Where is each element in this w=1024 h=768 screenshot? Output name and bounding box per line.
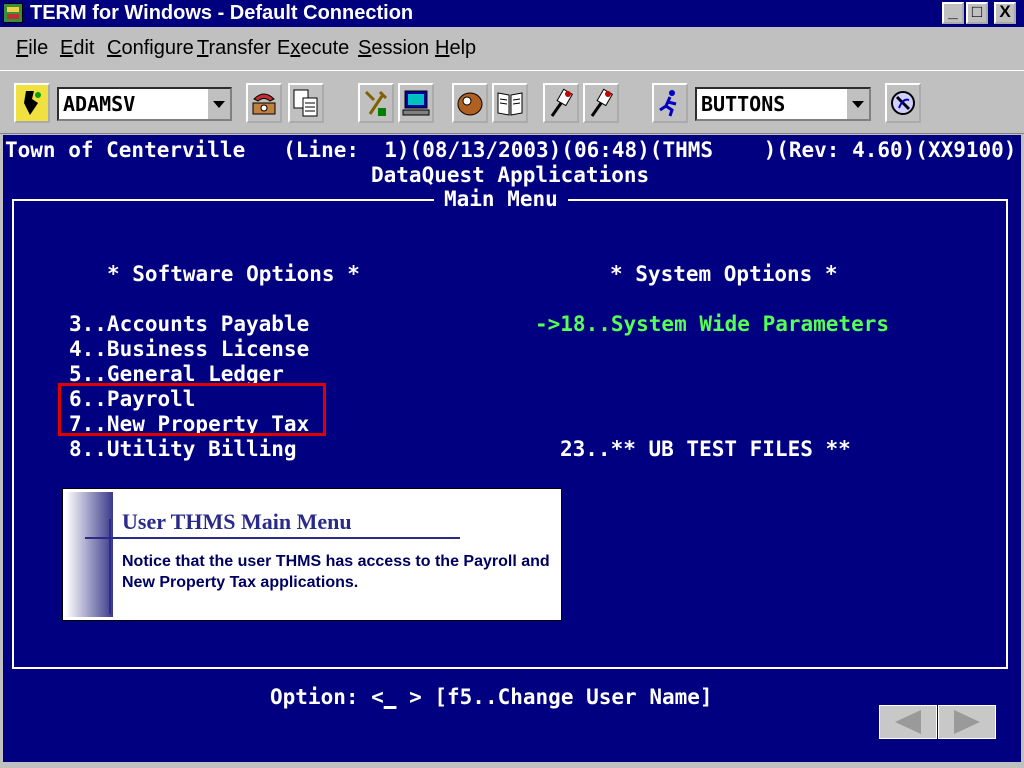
option-ub-test-files[interactable]: 23..** UB TEST FILES ** bbox=[560, 437, 851, 461]
minimize-button[interactable]: _ bbox=[942, 2, 964, 24]
terminal-header-line: Town of Centerville (Line: 1)(08/13/2003… bbox=[5, 138, 1017, 162]
connection-select-value: ADAMSV bbox=[63, 92, 136, 116]
menu-execute[interactable]: Execute bbox=[277, 37, 349, 60]
menu-help[interactable]: Help bbox=[435, 37, 476, 60]
send-file-icon[interactable] bbox=[543, 83, 579, 123]
app-title: DataQuest Applications bbox=[371, 163, 650, 187]
copy-icon[interactable] bbox=[288, 83, 324, 123]
run-icon[interactable] bbox=[652, 83, 688, 123]
menu-edit[interactable]: Edit bbox=[60, 37, 94, 60]
callout-gradient-bar bbox=[66, 492, 113, 617]
option-utility-billing[interactable]: 8..Utility Billing bbox=[69, 437, 297, 461]
highlight-box bbox=[58, 383, 326, 436]
software-options-heading: * Software Options * bbox=[107, 262, 360, 286]
option-system-wide-parameters[interactable]: ->18..System Wide Parameters bbox=[535, 312, 889, 336]
main-menu-title: Main Menu bbox=[434, 187, 568, 211]
phone-off-icon[interactable] bbox=[885, 83, 921, 123]
option-accounts-payable[interactable]: 3..Accounts Payable bbox=[69, 312, 309, 336]
computer-icon[interactable] bbox=[398, 83, 434, 123]
baseball-glove-icon[interactable] bbox=[452, 83, 488, 123]
menu-bar: File Edit Configure Transfer Execute Ses… bbox=[0, 28, 1024, 70]
arrow-left-icon bbox=[895, 710, 921, 734]
menu-file[interactable]: File bbox=[16, 37, 48, 60]
prompt-cursor[interactable]: _ bbox=[384, 685, 397, 709]
forward-arrow-button[interactable] bbox=[938, 705, 996, 739]
chevron-down-icon[interactable] bbox=[206, 89, 230, 119]
app-icon[interactable] bbox=[3, 3, 23, 23]
receive-file-icon[interactable] bbox=[583, 83, 619, 123]
buttons-select[interactable]: BUTTONS bbox=[695, 87, 871, 121]
callout-vertical-line bbox=[109, 519, 111, 614]
tools-icon[interactable] bbox=[358, 83, 394, 123]
title-bar: TERM for Windows - Default Connection _ … bbox=[0, 0, 1024, 27]
window-title: TERM for Windows - Default Connection bbox=[30, 2, 414, 24]
option-business-license[interactable]: 4..Business License bbox=[69, 337, 309, 361]
callout-body: Notice that the user THMS has access to … bbox=[122, 553, 550, 591]
book-icon[interactable] bbox=[492, 83, 528, 123]
arrow-right-icon bbox=[954, 710, 980, 734]
annotation-callout: User THMS Main Menu Notice that the user… bbox=[62, 488, 562, 621]
menu-configure[interactable]: Configure bbox=[107, 37, 194, 60]
system-options-heading: * System Options * bbox=[610, 262, 838, 286]
callout-divider bbox=[85, 537, 460, 539]
connection-select[interactable]: ADAMSV bbox=[57, 87, 232, 121]
callout-title: User THMS Main Menu bbox=[122, 509, 352, 534]
connect-icon[interactable] bbox=[14, 83, 50, 123]
toolbar: ADAMSV BUTTONS bbox=[0, 70, 1024, 134]
phone-icon[interactable] bbox=[246, 83, 282, 123]
maximize-button[interactable]: □ bbox=[966, 2, 988, 24]
option-prompt[interactable]: Option: <_ > [f5..Change User Name] bbox=[270, 685, 713, 709]
menu-transfer[interactable]: Transfer bbox=[197, 37, 271, 60]
chevron-down-icon[interactable] bbox=[845, 89, 869, 119]
buttons-select-value: BUTTONS bbox=[701, 92, 786, 116]
terminal-screen[interactable]: Town of Centerville (Line: 1)(08/13/2003… bbox=[3, 135, 1021, 762]
menu-session[interactable]: Session bbox=[358, 37, 429, 60]
back-arrow-button[interactable] bbox=[879, 705, 937, 739]
close-button[interactable]: X bbox=[994, 2, 1016, 24]
